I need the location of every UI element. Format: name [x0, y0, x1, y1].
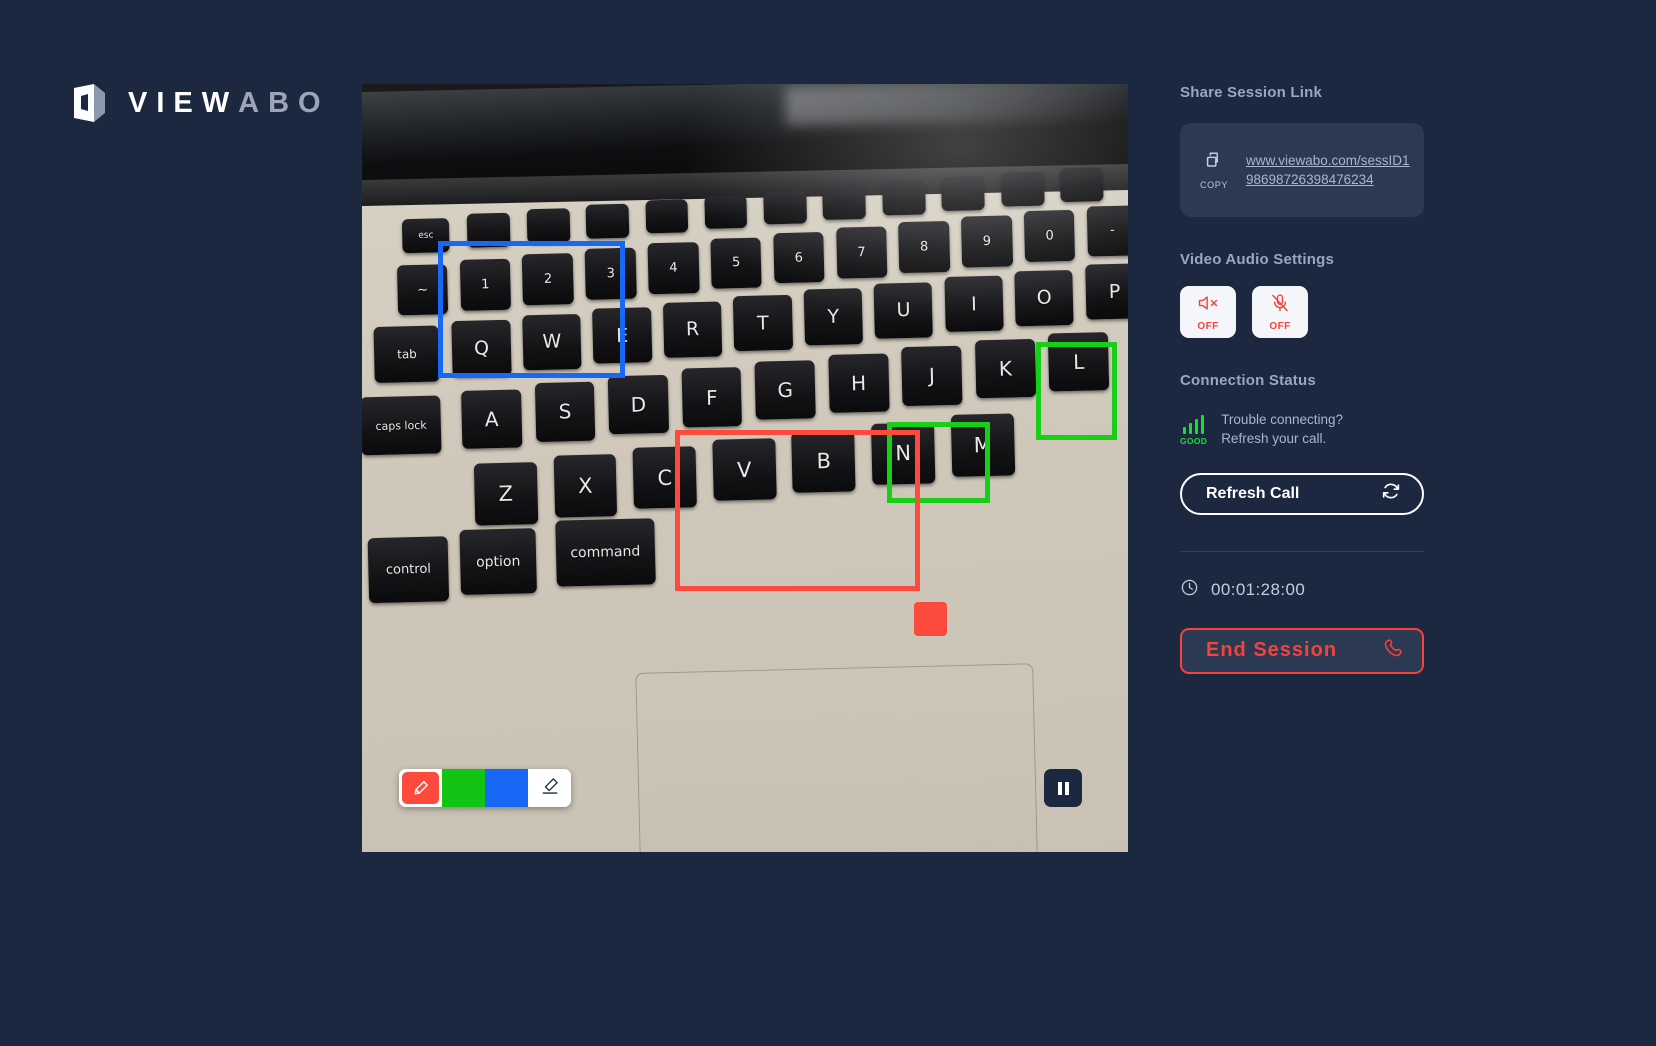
keyboard-key: 4 — [647, 242, 700, 295]
app-logo: VIEW ABO — [72, 84, 330, 122]
keyboard-key — [703, 194, 748, 230]
mic-state-label: OFF — [1269, 320, 1291, 332]
pause-icon — [1056, 781, 1070, 795]
keyboard-key — [882, 180, 926, 216]
keyboard-key: D — [607, 374, 670, 435]
keyboard-key: P — [1084, 263, 1128, 320]
eraser-tool-button[interactable] — [528, 769, 571, 807]
session-elapsed-time: 00:01:28:00 — [1211, 579, 1306, 599]
color-swatch-green[interactable] — [442, 769, 485, 807]
refresh-icon — [1380, 480, 1402, 507]
keyboard-key: Y — [803, 288, 863, 346]
session-side-panel: Share Session Link COPY www.viewabo.com/… — [1180, 84, 1424, 674]
session-link-url[interactable]: www.viewabo.com/sessID198698726398476234 — [1246, 151, 1410, 189]
highlighter-pen-icon — [402, 772, 439, 804]
logo-word-abo: ABO — [238, 86, 330, 119]
keyboard-key: 7 — [835, 226, 888, 279]
eraser-icon — [540, 776, 560, 801]
keyboard-key: U — [873, 282, 934, 339]
keyboard-key: tab — [373, 325, 441, 383]
keyboard-key: control — [367, 536, 450, 604]
pen-tool-button[interactable] — [399, 769, 442, 807]
video-stage[interactable]: esc ~1 2 3 4 5 6 7 8 9 0- tab Q W E R T Y U I O Pcaps lock A S D… — [362, 84, 1128, 852]
copy-icon — [1203, 150, 1225, 177]
keyboard-key: J — [901, 345, 963, 406]
color-swatch-blue[interactable] — [485, 769, 528, 807]
keyboard-key: G — [754, 360, 816, 421]
keyboard-key — [644, 198, 689, 234]
keyboard-key: option — [459, 528, 538, 595]
keyboard-key: 9 — [961, 215, 1013, 268]
speaker-state-label: OFF — [1197, 320, 1219, 332]
keyboard-key: - — [1086, 204, 1128, 257]
drawing-toolbar[interactable] — [399, 769, 571, 807]
annotation-box-green-i — [1036, 342, 1117, 441]
connection-status-row: GOOD Trouble connecting? Refresh your ca… — [1180, 411, 1424, 449]
clock-icon — [1180, 578, 1199, 602]
viewabo-cube-icon — [72, 84, 106, 122]
keyboard-key — [822, 185, 867, 221]
video-audio-heading: Video Audio Settings — [1180, 251, 1335, 268]
keyboard-key: S — [534, 381, 596, 442]
keyboard-key: O — [1014, 269, 1075, 327]
keyboard-key: 6 — [772, 231, 825, 284]
logo-wordmark: VIEW ABO — [128, 87, 330, 120]
keyboard-key: command — [554, 517, 656, 587]
keyboard-key — [763, 189, 808, 225]
keyboard-key: caps lock — [362, 395, 442, 456]
pause-button[interactable] — [1044, 769, 1082, 807]
connection-message-line1: Trouble connecting? — [1221, 412, 1344, 427]
speaker-off-icon — [1197, 293, 1219, 318]
logo-word-view: VIEW — [128, 86, 239, 119]
keyboard-key: 0 — [1023, 210, 1076, 263]
connection-status-heading: Connection Status — [1180, 372, 1316, 389]
keyboard-key: X — [553, 454, 618, 518]
keyboard-key: I — [944, 275, 1004, 333]
keyboard-key — [526, 208, 571, 243]
share-session-heading: Share Session Link — [1180, 84, 1322, 101]
phone-icon — [1382, 637, 1404, 665]
annotation-cursor-dot — [913, 602, 948, 637]
keyboard-key: 5 — [710, 237, 763, 290]
keyboard-key: H — [828, 353, 890, 413]
copy-link-button[interactable]: COPY — [1194, 150, 1234, 190]
viewabo-session-screen: VIEW ABO esc ~1 2 3 4 5 6 7 8 9 0- tab Q W E R T Y U I O Pcap… — [0, 0, 1656, 1046]
keyboard-key: 8 — [898, 221, 951, 273]
end-session-label: End Session — [1206, 639, 1338, 662]
keyboard-key — [1059, 167, 1104, 203]
annotation-box-red — [674, 429, 920, 591]
annotation-box-blue — [437, 241, 626, 379]
signal-bars-icon: GOOD — [1180, 414, 1207, 446]
keyboard-key — [585, 203, 630, 239]
session-timer: 00:01:28:00 — [1180, 578, 1424, 602]
keyboard-key: A — [461, 388, 523, 449]
keyboard-key: R — [662, 301, 723, 358]
end-session-button[interactable]: End Session — [1180, 627, 1424, 674]
copy-label: COPY — [1200, 180, 1228, 190]
connection-message: Trouble connecting? Refresh your call. — [1221, 411, 1343, 449]
keyboard-key — [1000, 171, 1045, 207]
keyboard-key: F — [681, 367, 743, 428]
mic-toggle-button[interactable]: OFF — [1252, 286, 1308, 338]
keyboard-key: K — [974, 338, 1036, 399]
connection-message-line2: Refresh your call. — [1221, 430, 1327, 446]
keyboard-key — [940, 176, 985, 212]
signal-bars — [1182, 414, 1205, 434]
mic-off-icon — [1270, 293, 1290, 318]
keyboard-key: Z — [473, 462, 538, 526]
panel-divider — [1180, 550, 1424, 552]
share-link-card[interactable]: COPY www.viewabo.com/sessID1986987263984… — [1180, 123, 1424, 217]
signal-quality-label: GOOD — [1180, 435, 1208, 446]
refresh-call-label: Refresh Call — [1206, 484, 1300, 502]
refresh-call-button[interactable]: Refresh Call — [1180, 472, 1424, 515]
video-audio-controls: OFF OFF — [1180, 286, 1424, 338]
speaker-toggle-button[interactable]: OFF — [1180, 286, 1236, 338]
keyboard-key: T — [733, 294, 793, 352]
